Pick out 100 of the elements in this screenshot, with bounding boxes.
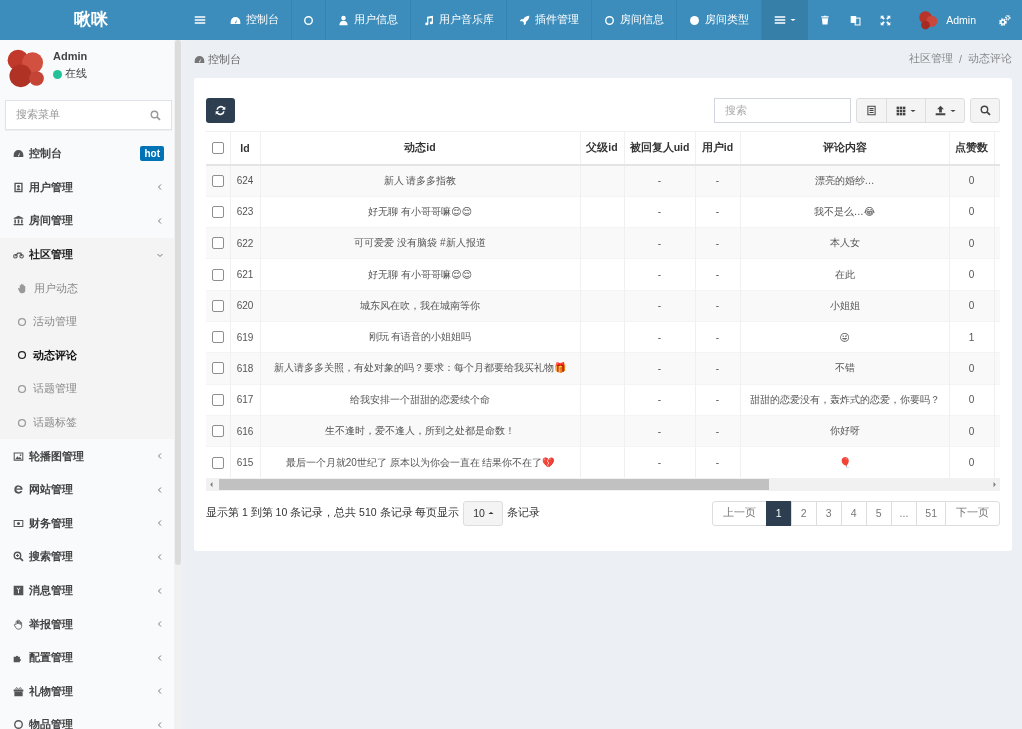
table-cell: - bbox=[695, 352, 740, 385]
table-cell: - bbox=[624, 446, 695, 478]
page-link[interactable]: 51 bbox=[916, 500, 946, 526]
sidebar-item[interactable]: 控制台 hot bbox=[0, 137, 174, 171]
sidebar-item[interactable]: 消息管理 bbox=[0, 573, 174, 608]
row-checkbox[interactable] bbox=[211, 205, 224, 218]
circle-outline-icon bbox=[17, 316, 27, 327]
page-link[interactable]: 4 bbox=[840, 500, 867, 526]
table-cell: 小姐姐 bbox=[740, 290, 949, 322]
user-menu[interactable]: Admin bbox=[900, 0, 986, 40]
table-cell: 0 bbox=[949, 415, 994, 447]
table-cell: 最后一个月就20世纪了 原本以为你会一直在 结果你不在了💔 bbox=[260, 446, 580, 478]
column-header[interactable]: 被回复人uid bbox=[629, 141, 690, 153]
table-cell: 620 bbox=[230, 290, 260, 322]
column-header[interactable]: Id bbox=[240, 142, 250, 154]
column-header[interactable]: 用户id bbox=[701, 141, 734, 153]
sidebar-item[interactable]: 礼物管理 bbox=[0, 674, 174, 709]
page-link[interactable]: 2 bbox=[790, 500, 817, 526]
page-link[interactable]: 上一页 bbox=[711, 500, 767, 526]
sidebar-item[interactable]: 网站管理 bbox=[0, 472, 174, 507]
chevron-left-icon bbox=[156, 452, 164, 461]
page-link[interactable]: 下一页 bbox=[945, 500, 1000, 526]
zoom-icon bbox=[13, 551, 24, 563]
table-cell: 615 bbox=[230, 446, 260, 478]
circle-icon bbox=[689, 14, 700, 26]
menu-dropdown-button[interactable] bbox=[762, 0, 809, 40]
table-cell: 新人请多多关照，有处对象的吗？要求：每个月都要给我买礼物🎁 bbox=[260, 352, 580, 385]
page-link[interactable]: 5 bbox=[865, 500, 892, 526]
trash-icon bbox=[820, 15, 831, 25]
sidebar-subitem[interactable]: 话题标签 bbox=[0, 405, 174, 440]
sidebar-item[interactable]: 财务管理 bbox=[0, 506, 174, 541]
sidebar-item[interactable]: 搜索管理 bbox=[0, 540, 174, 574]
table-cell: - bbox=[695, 446, 740, 478]
table-cell: - bbox=[624, 165, 695, 197]
row-checkbox[interactable] bbox=[211, 174, 224, 187]
chevron-left-icon bbox=[156, 519, 164, 528]
table-cell: 城东风在吹，我在城南等你 bbox=[260, 290, 580, 322]
sidebar-subitem[interactable]: 活动管理 bbox=[0, 304, 174, 339]
table-cell: 本人女 bbox=[740, 227, 949, 259]
caret-up-icon bbox=[487, 511, 494, 516]
logo-text: 啾咪 bbox=[74, 9, 108, 30]
page-link[interactable]: 3 bbox=[815, 500, 842, 526]
page-link[interactable]: 1 bbox=[765, 500, 792, 526]
nav-link[interactable]: 房间信息 bbox=[592, 0, 677, 40]
scrollbar-thumb[interactable] bbox=[175, 40, 181, 565]
row-checkbox[interactable] bbox=[211, 237, 224, 250]
export-button[interactable] bbox=[925, 98, 965, 123]
menu-icon bbox=[774, 14, 787, 26]
select-all-checkbox[interactable] bbox=[211, 142, 224, 154]
sidebar-item[interactable]: 房间管理 bbox=[0, 204, 174, 238]
sidebar-item[interactable]: 配置管理 bbox=[0, 640, 174, 675]
column-header[interactable]: 动态id bbox=[404, 141, 436, 153]
sidebar-subitem[interactable]: 话题管理 bbox=[0, 372, 174, 406]
chevron-left-icon bbox=[156, 653, 164, 662]
chevron-left-icon bbox=[156, 720, 164, 729]
column-header[interactable]: 点赞数 bbox=[955, 141, 988, 153]
row-checkbox[interactable] bbox=[211, 268, 224, 281]
music-icon bbox=[423, 14, 434, 26]
column-header[interactable]: 评论内容 bbox=[822, 141, 867, 153]
user-status: 在线 bbox=[65, 67, 87, 81]
table-cell: 新人 请多多指教 bbox=[260, 165, 580, 197]
arrow-left-icon bbox=[209, 480, 214, 488]
page-title: 控制台 bbox=[208, 51, 241, 67]
sidebar-item[interactable]: 举报管理 bbox=[0, 607, 174, 641]
row-checkbox[interactable] bbox=[211, 393, 224, 406]
page-size-dropdown[interactable]: 10 bbox=[463, 500, 504, 526]
sidebar-item[interactable]: 用户管理 bbox=[0, 170, 174, 205]
search-button[interactable] bbox=[970, 98, 1000, 123]
hot-badge: hot bbox=[140, 146, 164, 162]
sidebar-item[interactable]: 社区管理 bbox=[0, 237, 174, 272]
hand-outline-icon bbox=[13, 618, 24, 630]
table-cell: 0 bbox=[949, 446, 994, 478]
circle-outline-icon bbox=[13, 719, 24, 729]
row-checkbox[interactable] bbox=[211, 456, 224, 469]
horizontal-scrollbar[interactable] bbox=[206, 477, 1000, 491]
image-icon bbox=[13, 450, 24, 462]
nav-link[interactable]: 插件管理 bbox=[507, 0, 592, 40]
row-checkbox[interactable] bbox=[211, 331, 224, 344]
columns-button[interactable] bbox=[886, 98, 926, 123]
expand-icon bbox=[879, 14, 891, 26]
table-cell: - bbox=[624, 352, 695, 385]
row-checkbox[interactable] bbox=[211, 425, 224, 437]
sidebar-item[interactable]: 轮播图管理 bbox=[0, 439, 174, 473]
chevron-left-icon bbox=[156, 485, 164, 494]
refresh-button[interactable] bbox=[206, 98, 235, 123]
nav-link[interactable]: 用户信息 bbox=[326, 0, 411, 40]
nav-link[interactable]: 控制台 bbox=[218, 0, 292, 40]
toggle-view-button[interactable] bbox=[856, 98, 887, 123]
nav-link[interactable]: 用户音乐库 bbox=[411, 0, 507, 40]
circle-outline-icon bbox=[17, 383, 27, 394]
vertical-scrollbar[interactable] bbox=[174, 40, 182, 729]
refresh-icon bbox=[215, 105, 226, 116]
row-checkbox[interactable] bbox=[211, 299, 224, 312]
circle-outline-icon bbox=[604, 14, 615, 26]
sidebar-subitem[interactable]: 动态评论 bbox=[0, 338, 174, 373]
scrollbar-thumb[interactable] bbox=[219, 478, 769, 490]
row-checkbox[interactable] bbox=[211, 362, 224, 375]
column-header[interactable]: 父级id bbox=[586, 141, 618, 153]
bicycle-icon bbox=[13, 249, 24, 261]
online-dot-icon bbox=[53, 69, 62, 79]
